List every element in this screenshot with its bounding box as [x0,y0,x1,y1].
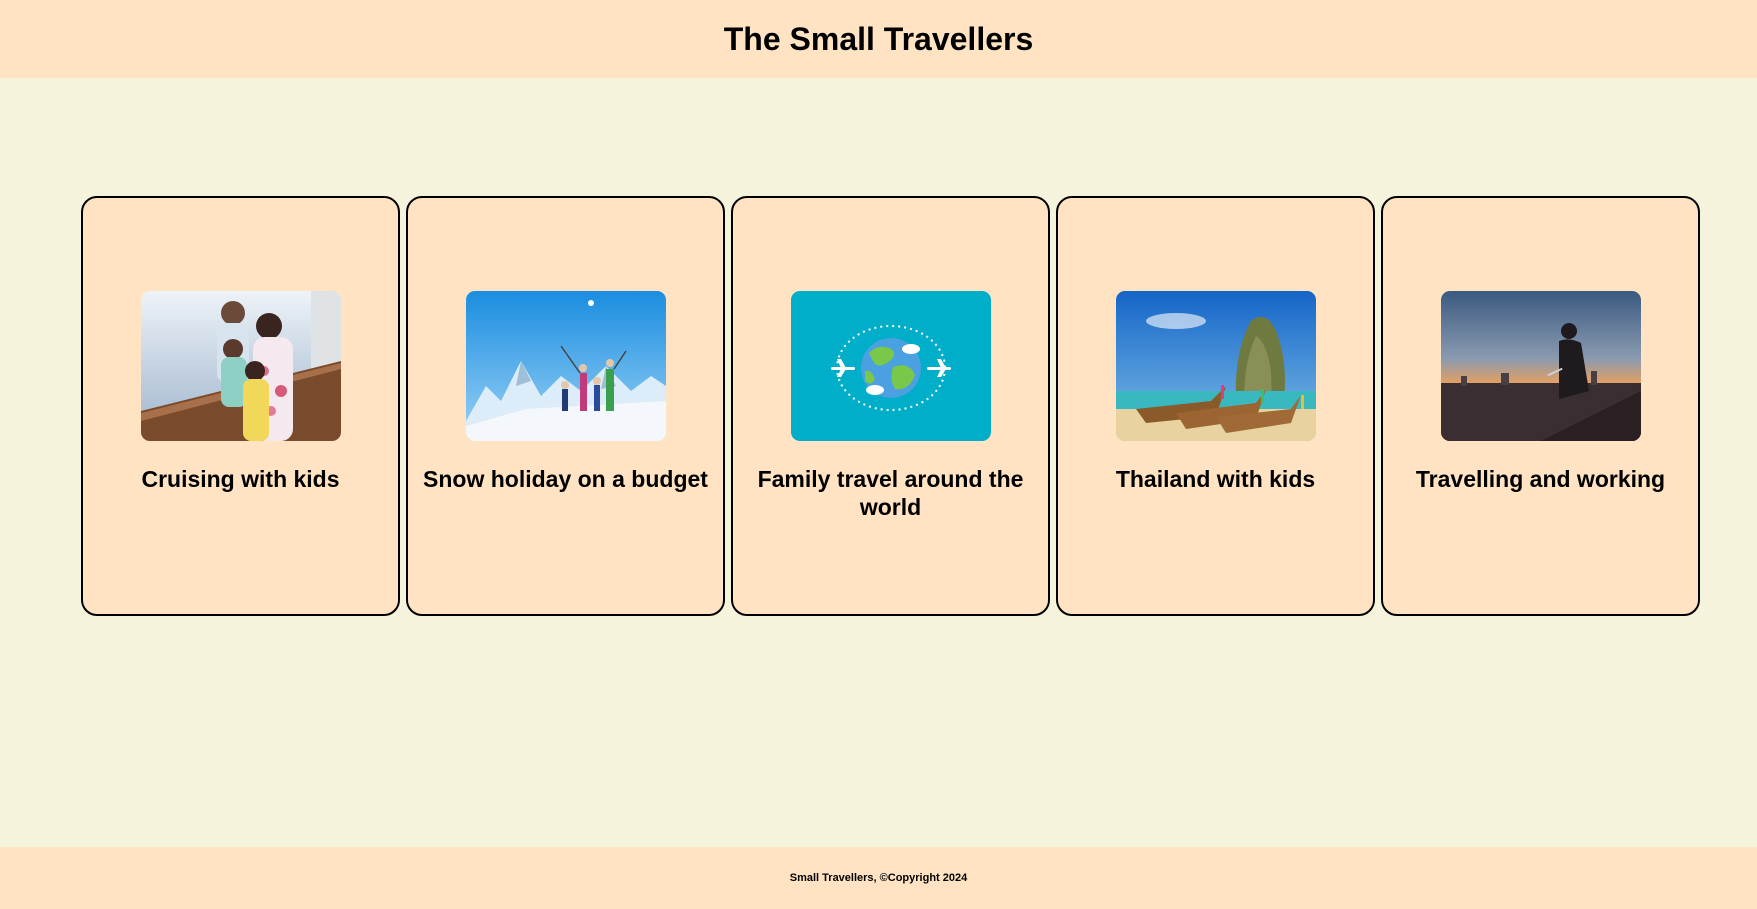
snow-skiers-image[interactable] [465,291,666,441]
globe-planes-image[interactable] [790,291,991,441]
card-title[interactable]: Cruising with kids [141,465,339,521]
card-family-travel[interactable]: Family travel around the world [731,196,1050,616]
card-snow-holiday[interactable]: Snow holiday on a budget [406,196,725,616]
cruise-family-image[interactable] [140,291,341,441]
card-grid: Cruising with kids Snow holiday on a bud… [81,196,1700,616]
laptop-sunset-image[interactable] [1440,291,1641,441]
site-footer: Small Travellers, ©Copyright 2024 [0,847,1757,909]
page: The Small Travellers Cruising with kids … [0,0,1757,909]
site-title: The Small Travellers [723,20,1034,57]
card-cruising[interactable]: Cruising with kids [81,196,400,616]
card-title[interactable]: Thailand with kids [1116,465,1315,521]
site-header: The Small Travellers [0,0,1757,78]
card-thailand[interactable]: Thailand with kids [1056,196,1375,616]
card-travelling-working[interactable]: Travelling and working [1381,196,1700,616]
thailand-boats-image[interactable] [1115,291,1316,441]
card-title[interactable]: Travelling and working [1416,465,1665,521]
card-title[interactable]: Family travel around the world [741,465,1040,521]
card-title[interactable]: Snow holiday on a budget [423,465,708,521]
copyright-text: Small Travellers, ©Copyright 2024 [789,872,968,884]
